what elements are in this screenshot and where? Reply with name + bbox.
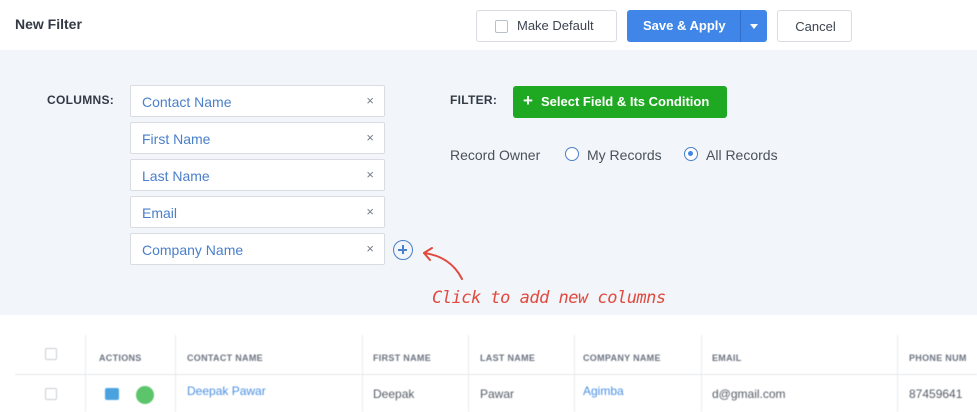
- header-first-name[interactable]: FIRST NAME: [373, 353, 431, 363]
- header-company-name[interactable]: COMPANY NAME: [583, 353, 661, 363]
- select-field-label: Select Field & Its Condition: [541, 94, 710, 109]
- column-chip-label: Company Name: [142, 242, 244, 258]
- column-chip-label: Contact Name: [142, 94, 232, 110]
- columns-label: COLUMNS:: [47, 93, 115, 107]
- filter-header: New Filter Make Default Save & Apply Can…: [0, 0, 977, 50]
- filter-label: FILTER:: [450, 93, 498, 107]
- cell-last-name: Pawar: [480, 387, 515, 401]
- column-chip[interactable]: Contact Name ×: [130, 85, 385, 117]
- all-records-radio[interactable]: [684, 147, 698, 161]
- table-row[interactable]: Deepak Pawar Deepak Pawar Agimba d@gmail…: [15, 376, 977, 412]
- cell-first-name: Deepak: [373, 387, 415, 401]
- make-default-button[interactable]: Make Default: [476, 10, 617, 42]
- cancel-label: Cancel: [795, 19, 836, 34]
- close-icon[interactable]: ×: [366, 204, 374, 219]
- close-icon[interactable]: ×: [366, 241, 374, 256]
- header-phone[interactable]: PHONE NUM: [909, 353, 967, 363]
- make-default-label: Make Default: [517, 18, 594, 33]
- add-circle-icon[interactable]: [393, 240, 413, 260]
- column-chip-label: Email: [142, 205, 178, 221]
- header-email[interactable]: EMAIL: [712, 353, 742, 363]
- row-checkbox[interactable]: [45, 388, 57, 400]
- header-actions[interactable]: ACTIONS: [99, 353, 142, 363]
- select-all-checkbox[interactable]: [45, 348, 57, 360]
- checkbox-icon[interactable]: [495, 20, 508, 33]
- column-chip[interactable]: Email ×: [130, 196, 385, 228]
- record-owner-label: Record Owner: [450, 147, 541, 163]
- cell-email: d@gmail.com: [712, 387, 786, 401]
- add-columns-hint: Click to add new columns: [432, 288, 666, 308]
- new-filter-page: New Filter Make Default Save & Apply Can…: [0, 0, 977, 412]
- arrow-icon: [423, 247, 463, 280]
- mail-icon[interactable]: [105, 388, 119, 400]
- close-icon[interactable]: ×: [366, 93, 374, 108]
- column-chip[interactable]: Last Name ×: [130, 159, 385, 191]
- save-apply-label: Save & Apply: [643, 18, 726, 33]
- cell-company-name[interactable]: Agimba: [583, 384, 624, 398]
- column-chip[interactable]: First Name ×: [130, 122, 385, 154]
- header-last-name[interactable]: LAST NAME: [480, 353, 535, 363]
- column-chip-label: First Name: [142, 131, 211, 147]
- save-apply-button[interactable]: Save & Apply: [627, 10, 767, 42]
- my-records-radio[interactable]: [565, 147, 579, 161]
- chat-icon[interactable]: [136, 386, 154, 404]
- cell-phone: 87459641: [909, 387, 963, 401]
- select-field-button[interactable]: + Select Field & Its Condition: [513, 86, 727, 118]
- caret-down-icon[interactable]: [740, 10, 767, 42]
- cell-contact-name[interactable]: Deepak Pawar: [187, 384, 266, 398]
- records-table: ACTIONS CONTACT NAME FIRST NAME LAST NAM…: [15, 335, 977, 412]
- cancel-button[interactable]: Cancel: [777, 10, 852, 42]
- plus-icon: +: [523, 91, 533, 110]
- column-chip[interactable]: Company Name ×: [130, 233, 385, 265]
- close-icon[interactable]: ×: [366, 167, 374, 182]
- close-icon[interactable]: ×: [366, 130, 374, 145]
- filter-panel: COLUMNS: Contact Name × First Name × Las…: [0, 50, 977, 315]
- my-records-label[interactable]: My Records: [587, 147, 662, 163]
- column-chip-label: Last Name: [142, 168, 210, 184]
- all-records-label[interactable]: All Records: [706, 147, 778, 163]
- header-contact-name[interactable]: CONTACT NAME: [187, 353, 263, 363]
- page-title: New Filter: [15, 16, 82, 32]
- table-header-row: ACTIONS CONTACT NAME FIRST NAME LAST NAM…: [15, 335, 977, 375]
